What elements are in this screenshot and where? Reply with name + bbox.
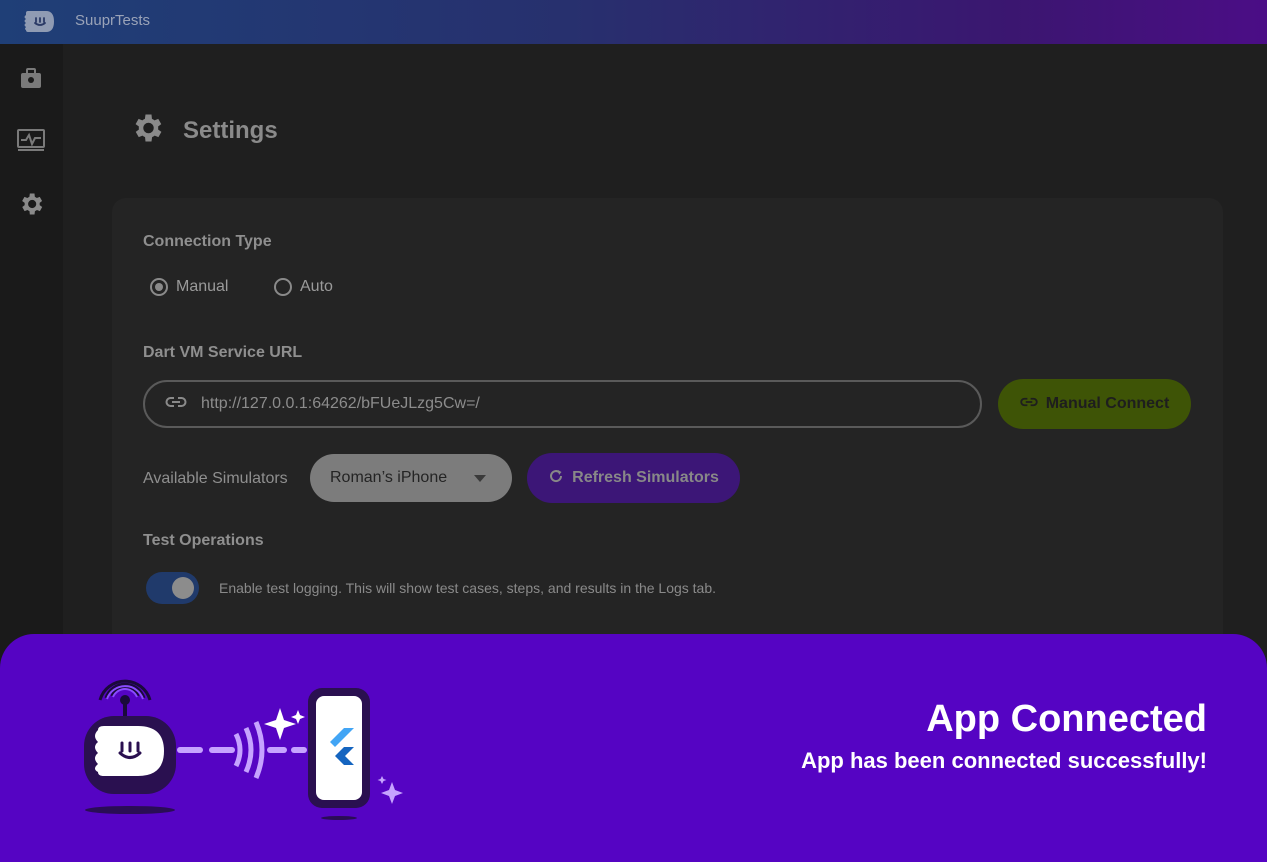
test-logging-toggle[interactable] [146,572,199,604]
radio-auto-indicator[interactable] [274,278,292,296]
refresh-simulators-label: Refresh Simulators [572,469,719,486]
app-connected-illustration [72,666,417,826]
link-icon [1020,395,1038,413]
page-header: Settings [129,110,278,151]
refresh-icon [548,468,564,489]
radio-auto-label: Auto [300,278,333,295]
app-logo [22,9,56,34]
test-logging-description: Enable test logging. This will show test… [219,580,717,596]
vm-url-input[interactable]: http://127.0.0.1:64262/bFUeJLzg5Cw=/ [143,380,982,428]
gear-icon [129,110,165,151]
toast-title: App Connected [926,698,1207,740]
vm-url-value[interactable]: http://127.0.0.1:64262/bFUeJLzg5Cw=/ [201,395,480,413]
radio-manual[interactable]: Manual [150,278,228,296]
toolbox-icon[interactable] [15,62,47,94]
toggle-knob [172,577,194,599]
manual-connect-label: Manual Connect [1045,395,1170,412]
radio-auto[interactable]: Auto [274,278,333,296]
link-icon [165,395,187,414]
title-bar: SuuprTests [0,0,1267,44]
radio-manual-indicator[interactable] [150,278,168,296]
radio-manual-label: Manual [176,278,229,295]
simulators-label: Available Simulators [143,470,288,487]
monitor-pulse-icon[interactable] [15,124,47,156]
manual-connect-button[interactable]: Manual Connect [998,379,1191,429]
test-operations-label: Test Operations [143,532,264,549]
connection-toast: App Connected App has been connected suc… [0,634,1267,862]
connection-type-label: Connection Type [143,233,272,250]
settings-card: Connection Type Manual Auto Dart VM Serv… [112,198,1223,698]
refresh-simulators-button[interactable]: Refresh Simulators [527,453,740,503]
chevron-down-icon [474,475,486,482]
page-title: Settings [183,116,278,144]
simulator-selected-value: Roman’s iPhone [330,469,448,486]
gear-icon[interactable] [15,188,47,220]
vm-url-label: Dart VM Service URL [143,344,303,361]
simulator-select[interactable]: Roman’s iPhone [310,454,512,502]
app-title: SuuprTests [75,12,151,29]
toast-message: App has been connected successfully! [801,748,1207,773]
